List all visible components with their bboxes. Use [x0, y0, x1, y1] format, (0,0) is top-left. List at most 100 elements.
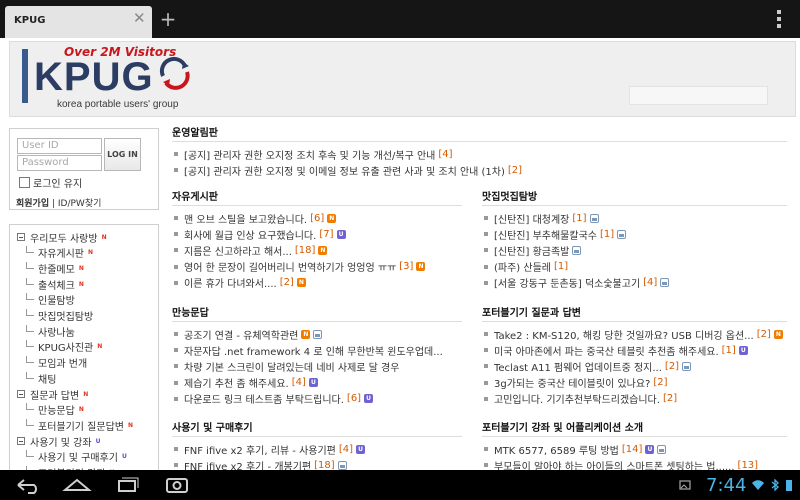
sidebar-item[interactable]: 사랑나눔: [26, 324, 75, 339]
post-title: 고민입니다. 기기추천부탁드리겠습니다.: [494, 395, 660, 407]
post-link[interactable]: Take2 : KM-S120, 해킹 당한 것일까요? USB 디버깅 옵션.…: [484, 327, 783, 342]
post-title: 공조기 연결 - 유체역학관련: [184, 330, 299, 342]
sidebar-item[interactable]: 우리모두 사랑방 N: [17, 230, 107, 245]
sidebar-item[interactable]: 채팅: [26, 371, 57, 386]
bluetooth-icon: [771, 479, 779, 491]
bullet-icon: [174, 380, 178, 385]
post-link[interactable]: [공지] 관리자 권한 오지정 및 이메일 정보 유출 관련 사과 및 조치 안…: [174, 163, 523, 178]
section-title[interactable]: 운영알림판: [172, 124, 218, 139]
sidebar-item[interactable]: 모임과 번개: [26, 356, 87, 370]
sidebar-item-label: 모임과 번개: [38, 359, 88, 371]
site-logo[interactable]: KPUG: [34, 56, 154, 98]
recent-apps-icon[interactable]: [110, 474, 144, 496]
comment-count: [14]: [621, 443, 643, 455]
new-badge: N: [78, 264, 84, 272]
new-tab-button[interactable]: +: [156, 7, 180, 31]
sidebar-item[interactable]: 맛집멋집탐방: [26, 309, 93, 323]
post-link[interactable]: 영어 한 문장이 길어버리니 번역하기가 엉엉엉 ㅠㅠ [3] N: [174, 260, 426, 274]
back-icon[interactable]: [10, 474, 44, 496]
section-title[interactable]: 맛집멋집탐방: [482, 188, 537, 203]
section-divider: [172, 141, 787, 142]
overflow-menu-icon[interactable]: [771, 10, 787, 30]
bullet-icon: [174, 264, 178, 269]
comment-count: [18]: [314, 459, 335, 470]
comment-count: [13]: [737, 459, 759, 470]
updated-post-icon: U: [308, 378, 318, 388]
keep-login-checkbox[interactable]: [19, 177, 30, 188]
tree-branch-icon: [26, 246, 34, 254]
post-link[interactable]: 차량 기본 스크린이 달려있는데 네비 사제로 달 경우: [174, 359, 400, 374]
post-link[interactable]: [신탄진] 황금족발: [484, 243, 582, 258]
post-link[interactable]: 맨 오브 스틸을 보고왔습니다. [6] N: [174, 211, 337, 226]
home-icon[interactable]: [60, 474, 94, 496]
post-link[interactable]: 지름은 신고하라고 해서... [18] N: [174, 243, 328, 258]
sidebar-item[interactable]: 자유게시판 N: [26, 246, 93, 260]
site-header: Over 2M Visitors KPUG korea portable use…: [9, 41, 796, 117]
post-link[interactable]: 공조기 연결 - 유체역학관련 N: [174, 327, 323, 342]
bullet-icon: [174, 232, 178, 237]
header-search-box[interactable]: [629, 86, 768, 105]
post-link[interactable]: 고민입니다. 기기추천부탁드리겠습니다. [2]: [484, 392, 677, 406]
post-title: 차량 기본 스크린이 달려있는데 네비 사제로 달 경우: [184, 362, 400, 374]
section-title[interactable]: 포터블기기 질문과 답변: [482, 304, 581, 319]
sidebar-item[interactable]: 출석체크 N: [26, 277, 84, 292]
section-title[interactable]: 사용기 및 구매후기: [172, 419, 253, 434]
post-title: Take2 : KM-S120, 해킹 당한 것일까요? USB 디버깅 옵션.…: [494, 330, 754, 342]
post-title: 회사에 월급 인상 요구했습니다.: [184, 230, 317, 242]
signup-link[interactable]: 회원가입: [16, 199, 49, 209]
new-post-icon: N: [773, 329, 783, 339]
comment-count: [4]: [291, 377, 306, 389]
find-account-link[interactable]: | ID/PW찾기: [49, 199, 101, 209]
login-button[interactable]: LOG IN: [104, 138, 141, 171]
post-link[interactable]: 제습기 추천 좀 해주세요. [4] U: [174, 376, 318, 390]
screenshot-icon[interactable]: [160, 474, 194, 496]
post-link[interactable]: 회사에 월급 인상 요구했습니다. [7] U: [174, 227, 346, 242]
post-title: FNF ifive x2 후기 - 개봉기편: [184, 461, 312, 470]
keep-login-option[interactable]: 로그인 유지: [19, 175, 82, 190]
post-link[interactable]: [공지] 관리자 권한 오지정 조치 후속 및 기능 개선/복구 안내 [4]: [174, 147, 453, 162]
section-title[interactable]: 포터블기기 강좌 및 어플리케이션 소개: [482, 419, 643, 434]
post-link[interactable]: FNF ifive x2 후기 - 개봉기편 [18]: [174, 458, 347, 470]
post-link[interactable]: 자문자답 .net framework 4 로 인해 무한반복 윈도우업데...: [174, 343, 443, 358]
post-link[interactable]: Teclast A11 펌웨어 업데이트중 정지... [2]: [484, 359, 692, 374]
password-field[interactable]: Password: [17, 155, 102, 171]
post-link[interactable]: 미국 아마존에서 파는 중국산 테블릿 추천좀 해주세요. [1] U: [484, 343, 748, 358]
browser-tab[interactable]: KPUG ✕: [5, 6, 152, 38]
post-link[interactable]: 부모들이 알아야 하는 아이들의 스마트폰 셋팅하는 법...... [13]: [484, 458, 758, 470]
post-link[interactable]: FNF ifive x2 후기, 리뷰 - 사용기편 [4] U: [174, 442, 366, 457]
post-link[interactable]: [신탄진] 부추해물칼국수 [1]: [484, 227, 627, 242]
post-link[interactable]: 3g가되는 중국산 테이블릿이 있나요? [2]: [484, 376, 668, 390]
close-icon[interactable]: ✕: [133, 11, 146, 26]
sidebar-item[interactable]: 사용기 및 구매후기 U: [26, 450, 127, 464]
sidebar-item-label: 만능문답: [38, 406, 75, 418]
user-id-field[interactable]: User ID: [17, 138, 102, 154]
sidebar-item[interactable]: 만능문답 N: [26, 403, 84, 417]
section-title[interactable]: 만능문답: [172, 304, 209, 319]
tab-title: KPUG: [14, 15, 46, 26]
bullet-icon: [174, 216, 178, 220]
gallery-notification-icon: [679, 480, 691, 490]
sidebar-item-label: 사용기 및 강좌: [30, 437, 92, 449]
sidebar-item[interactable]: 질문과 답변 N: [17, 387, 88, 402]
logo-subtitle: korea portable users' group: [57, 99, 179, 110]
post-link[interactable]: [서울 강동구 둔촌동] 덕소숯불고기 [4]: [484, 276, 670, 290]
battery-icon: [786, 480, 792, 491]
post-link[interactable]: MTK 6577, 6589 루팅 방법 [14] U: [484, 442, 667, 457]
sidebar-item-label: 채팅: [38, 374, 57, 386]
sidebar-item[interactable]: 인물탐방: [26, 293, 75, 307]
sidebar-item-label: KPUG사진관: [38, 343, 94, 355]
sidebar-item-label: 한줄메모: [38, 264, 75, 276]
post-link[interactable]: [신탄진] 대청계장 [1]: [484, 211, 599, 226]
sidebar-item[interactable]: 포터블기기 질문답변 N: [26, 418, 133, 433]
system-nav-bar: 7:44: [0, 470, 800, 500]
post-link[interactable]: 다운로드 링크 테스트좀 부탁드립니다. [6] U: [174, 392, 374, 406]
sidebar-item[interactable]: 한줄메모 N: [26, 261, 84, 276]
comment-count: [2]: [507, 164, 523, 176]
bullet-icon: [174, 348, 178, 353]
section-title[interactable]: 자유게시판: [172, 188, 218, 203]
post-link[interactable]: 이른 휴가 다녀와서.... [2] N: [174, 276, 306, 290]
sidebar-item[interactable]: KPUG사진관 N: [26, 340, 102, 354]
post-link[interactable]: (파주) 산들레 [1]: [484, 260, 568, 274]
bullet-icon: [174, 168, 178, 173]
sidebar-item[interactable]: 사용기 및 강좌 U: [17, 434, 100, 449]
